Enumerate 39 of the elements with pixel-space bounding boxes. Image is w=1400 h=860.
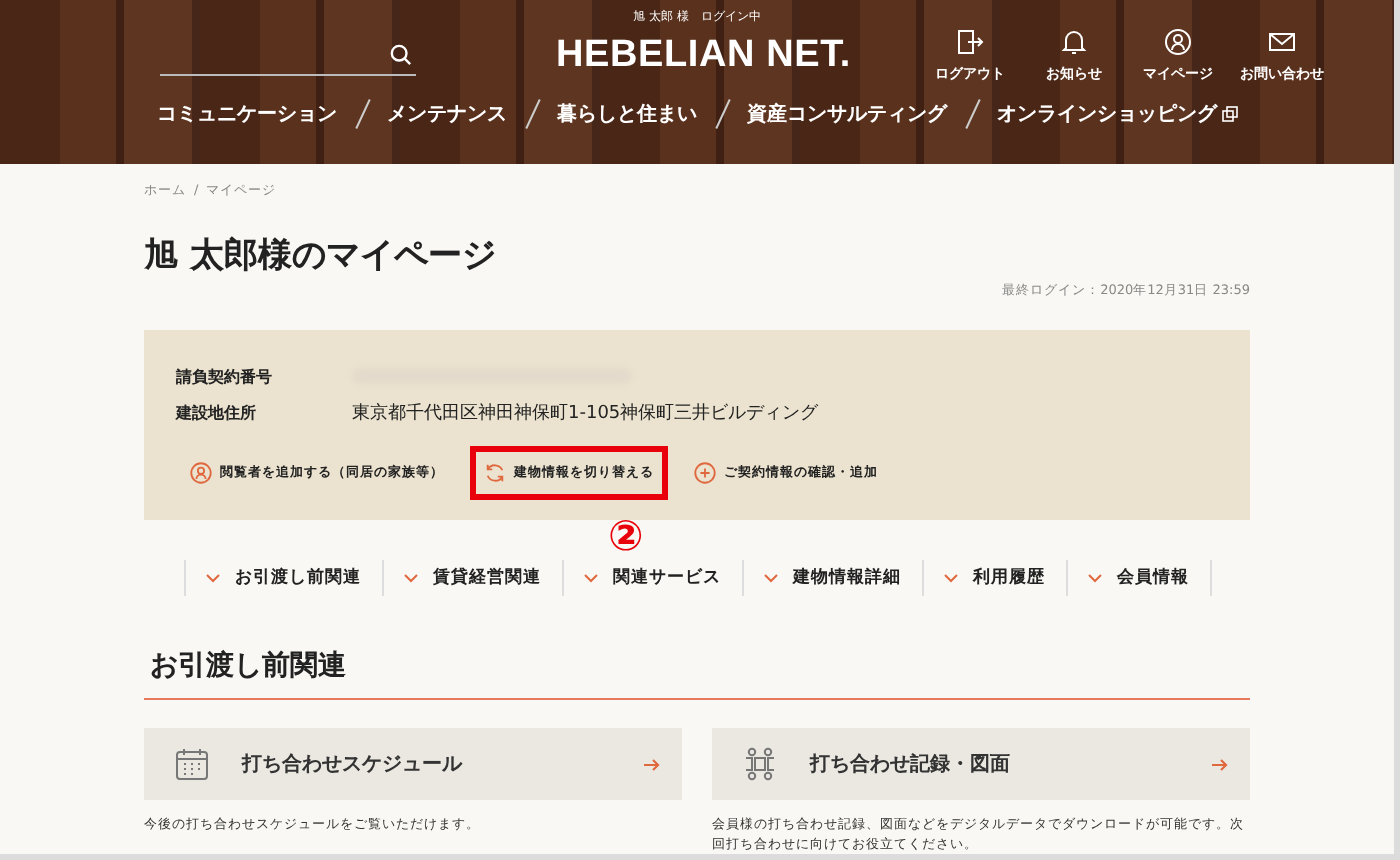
card-link[interactable]: 打ち合わせ記録・図面 <box>712 728 1250 800</box>
arrow-right-icon <box>1212 757 1228 771</box>
calendar-icon <box>174 746 210 782</box>
site-logo[interactable]: HEBELIAN NET. <box>556 34 906 78</box>
bell-icon <box>1060 28 1088 56</box>
field-value: 東京都千代田区神田神保町1-105神保町三井ビルディング <box>352 401 819 425</box>
nav-link[interactable]: メンテナンス <box>387 100 507 128</box>
card-link[interactable]: 打ち合わせスケジュール <box>144 728 682 800</box>
page-title: 旭 太郎様のマイページ <box>144 234 498 278</box>
section-tab[interactable]: 建物情報詳細 <box>741 560 921 596</box>
chevron-down-icon <box>403 573 417 583</box>
meeting-icon <box>742 746 778 782</box>
chevron-down-icon <box>763 573 777 583</box>
plus-icon <box>694 462 716 484</box>
nav-link[interactable]: コミュニケーション <box>157 100 337 128</box>
arrow-right-icon <box>644 757 660 771</box>
chevron-down-icon <box>583 573 597 583</box>
field-label: 請負契約番号 <box>176 365 274 387</box>
chevron-down-icon <box>943 573 957 583</box>
search-icon <box>390 44 412 66</box>
chevron-down-icon <box>1087 573 1101 583</box>
nav-link[interactable]: 資産コンサルティング <box>747 100 947 128</box>
user-icon <box>1164 28 1192 56</box>
section-title: お引渡し前関連 <box>144 648 1250 700</box>
section-tab[interactable]: 関連サービス <box>561 560 741 596</box>
section-tab[interactable]: 会員情報 <box>1065 560 1211 596</box>
section-tab[interactable]: 賃貸経営関連 <box>381 560 561 596</box>
chevron-down-icon <box>205 573 219 583</box>
nav-link[interactable]: 暮らしと住まい <box>557 100 697 128</box>
section-tab[interactable]: 利用履歴 <box>921 560 1065 596</box>
mail-icon <box>1268 28 1296 56</box>
field-label: 建設地住所 <box>176 401 258 423</box>
annotation-number: ② <box>608 516 644 558</box>
external-link-icon <box>1221 106 1237 122</box>
logout-icon <box>956 28 984 56</box>
refresh-icon <box>484 462 506 484</box>
user-icon <box>190 462 212 484</box>
section-tab[interactable]: お引渡し前関連 <box>183 560 381 596</box>
nav-link[interactable]: オンラインショッピング <box>997 100 1237 128</box>
